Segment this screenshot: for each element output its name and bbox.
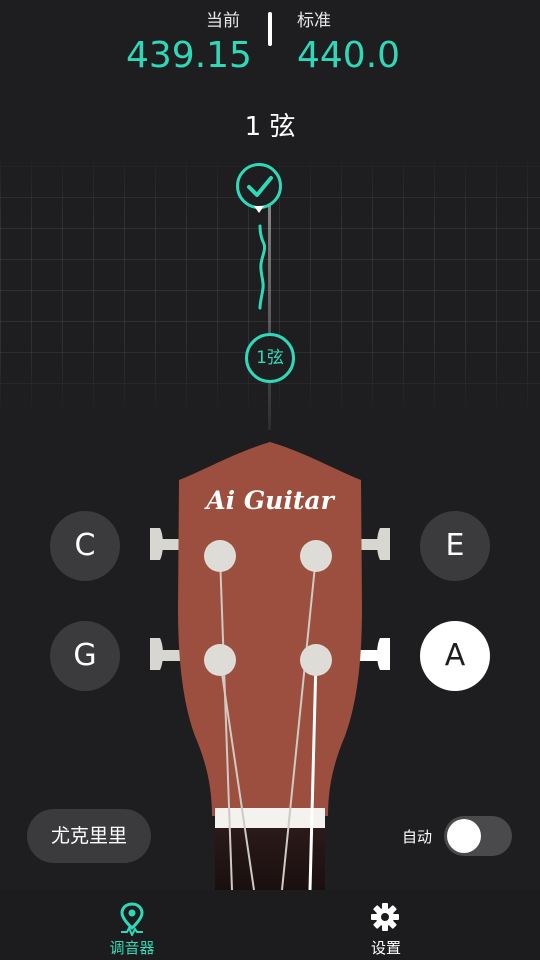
check-icon xyxy=(247,176,273,197)
tuner-peg-c[interactable] xyxy=(150,528,182,560)
bottom-navigation: 调音器 设置 xyxy=(0,890,540,960)
current-string-title: 1 弦 xyxy=(244,112,296,142)
pitch-waveform xyxy=(258,224,267,310)
standard-value: 440.0 xyxy=(297,35,401,76)
note-button-e[interactable]: E xyxy=(420,511,490,581)
tuner-peg-g[interactable] xyxy=(150,638,182,670)
note-button-g[interactable]: G xyxy=(50,621,120,691)
in-tune-indicator xyxy=(236,163,282,209)
note-button-c[interactable]: C xyxy=(50,511,120,581)
nav-settings-label: 设置 xyxy=(370,939,401,957)
instrument-select-button[interactable]: 尤克里里 xyxy=(27,809,151,863)
indicator-pointer xyxy=(254,206,264,213)
nav-tab-tuner[interactable]: 调音器 xyxy=(0,890,270,960)
auto-toggle-knob xyxy=(447,819,481,853)
standard-frequency: 标准 440.0 xyxy=(285,6,415,76)
tuner-peg-e[interactable] xyxy=(358,528,390,560)
nav-tab-settings[interactable]: 设置 xyxy=(270,890,540,960)
current-label: 当前 xyxy=(206,11,240,31)
current-frequency: 当前 439.15 xyxy=(120,6,252,76)
tuner-peg-a[interactable] xyxy=(358,638,390,670)
auto-toggle[interactable] xyxy=(444,816,512,856)
note-button-a[interactable]: A xyxy=(420,621,490,691)
string-marker: 1弦 xyxy=(245,333,295,383)
header-divider xyxy=(268,12,272,46)
gear-icon xyxy=(371,903,399,931)
nav-tuner-label: 调音器 xyxy=(109,939,155,957)
location-pin-pulse-icon xyxy=(120,902,144,936)
auto-label: 自动 xyxy=(402,828,433,846)
current-value: 439.15 xyxy=(126,35,252,76)
frequency-header: 当前 439.15 标准 440.0 xyxy=(0,0,540,90)
standard-label: 标准 xyxy=(297,11,331,31)
